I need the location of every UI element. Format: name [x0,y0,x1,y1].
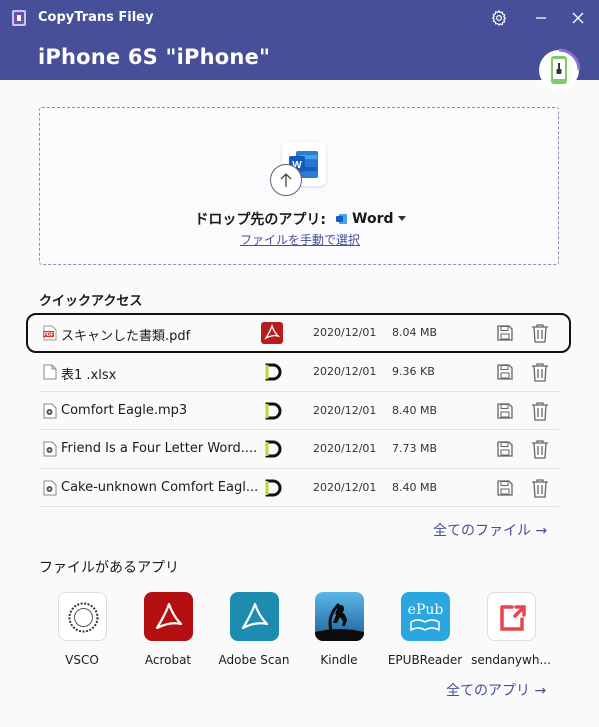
device-title: iPhone 6S "iPhone" [38,45,271,69]
app-tile-epubreader[interactable]: ePub EPUBReader [385,592,465,667]
epub-reader-icon: ePub [400,592,450,641]
acrobat-icon [261,322,283,344]
settings-button[interactable] [487,6,511,30]
app-name: Kindle [320,653,358,667]
document-file-icon [43,364,57,380]
kindle-icon [314,592,364,641]
file-date: 2020/12/01 [313,403,377,417]
file-date: 2020/12/01 [313,442,377,455]
minimize-button[interactable] [529,6,553,30]
file-row[interactable]: PDF スキャンした書類.pdf 2020/12/01 8.04 MB [26,313,571,353]
quick-access-title: クイックアクセス [39,294,143,309]
title-bar: CopyTrans Filey iPhone 6S "iPhone" [0,0,599,80]
save-icon[interactable] [496,402,514,420]
audio-file-icon [43,441,57,457]
file-name: 表1 .xlsx [61,368,117,383]
copytrans-logo-icon [12,10,26,26]
app-tile-vsco[interactable]: VSCO [42,592,122,667]
file-name: Comfort Eagle.mp3 [61,402,188,418]
audio-file-icon [43,403,57,418]
app-title: CopyTrans Filey [38,10,154,25]
app-name: Acrobat [144,653,192,667]
drop-target-label: ドロップ先のアプリ: [194,212,327,228]
app-tile-acrobat[interactable]: Acrobat [128,592,208,667]
file-size: 9.36 KB [392,365,435,378]
file-size: 8.04 MB [392,326,438,339]
file-size: 7.73 MB [392,442,438,455]
send-anywhere-icon [486,592,536,641]
file-row[interactable]: Friend Is a Four Letter Word.... 2020/12… [39,430,559,469]
trash-icon[interactable] [531,478,549,498]
save-icon[interactable] [496,440,514,458]
gear-icon [491,9,507,27]
select-file-manually-link[interactable]: ファイルを手動で選択 [40,231,560,248]
quick-access-list: PDF スキャンした書類.pdf 2020/12/01 8.04 MB 表1 .… [26,313,571,507]
save-icon[interactable] [496,363,514,381]
svg-text:PDF: PDF [44,332,54,338]
file-name: スキャンした書類.pdf [61,329,191,344]
save-icon[interactable] [496,324,514,342]
chevron-down-icon [397,216,406,221]
drop-target-row: ドロップ先のアプリ: Word [40,209,560,229]
app-name: EPUBReader [387,653,463,667]
word-small-icon [336,214,348,224]
app-name: VSCO [65,653,99,667]
documents-app-icon [265,402,282,419]
file-date: 2020/12/01 [313,326,377,339]
trash-icon[interactable] [531,323,549,343]
file-name: Friend Is a Four Letter Word.... [61,441,258,456]
app-tile-kindle[interactable]: Kindle [299,592,379,667]
file-drop-zone[interactable]: W ドロップ先のアプリ: Word ファイルを手動で選択 [39,107,559,265]
documents-app-icon [265,440,282,458]
file-size: 8.40 MB [392,480,438,494]
pdf-file-icon: PDF [43,325,57,341]
upload-arrow-icon [270,164,302,196]
save-icon[interactable] [496,479,514,497]
file-name: Cake-unknown Comfort Eagl... [61,479,259,495]
acrobat-icon [143,592,193,641]
vsco-icon [57,592,107,641]
documents-app-icon [265,479,282,496]
device-connection-icon[interactable] [534,45,584,93]
trash-icon[interactable] [531,439,549,459]
minimize-icon [536,17,546,19]
apps-with-files-title: ファイルがあるアプリ [39,560,179,576]
file-date: 2020/12/01 [313,365,377,378]
trash-icon[interactable] [531,362,549,382]
audio-file-icon [43,480,57,495]
svg-text:ePub: ePub [407,602,443,618]
file-date: 2020/12/01 [313,480,377,494]
close-icon [572,12,584,24]
app-tile-adobe-scan[interactable]: Adobe Scan [214,592,294,667]
file-row[interactable]: Comfort Eagle.mp3 2020/12/01 8.40 MB [39,392,559,430]
documents-app-icon [265,363,282,381]
file-size: 8.40 MB [392,403,438,417]
target-app-dropdown[interactable]: Word [336,211,406,227]
app-name: sendanywh... [471,653,551,667]
app-tile-sendanywhere[interactable]: sendanywh... [471,592,551,667]
trash-icon[interactable] [531,401,549,421]
file-row[interactable]: 表1 .xlsx 2020/12/01 9.36 KB [39,353,559,392]
file-row[interactable]: Cake-unknown Comfort Eagl... 2020/12/01 … [39,469,559,507]
close-button[interactable] [566,6,590,30]
app-name: Adobe Scan [218,653,290,667]
target-app-name: Word [352,211,394,227]
adobe-scan-icon [229,592,279,641]
all-apps-link[interactable]: 全てのアプリ → [446,680,546,700]
all-files-link[interactable]: 全てのファイル → [433,520,547,540]
